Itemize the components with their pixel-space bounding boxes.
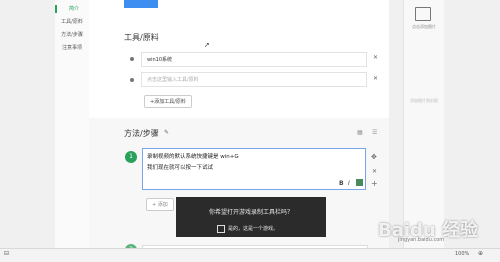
add-cover-image-label[interactable]: 点击添加图片 <box>405 24 443 30</box>
add-tool-button[interactable]: +添加工具/原料 <box>144 95 192 108</box>
edit-pencil-icon[interactable]: ✎ <box>164 129 169 136</box>
remove-tool-1-icon[interactable]: ✕ <box>373 54 378 61</box>
add-step-icon[interactable]: + <box>371 179 378 188</box>
move-icon[interactable]: ✥ <box>371 153 377 161</box>
bullet-icon <box>130 57 134 61</box>
mouse-cursor-icon: ➚ <box>204 41 210 49</box>
top-blue-button[interactable] <box>124 0 158 8</box>
tool-item-input-2[interactable]: 点击这里输入工具/原料 <box>141 72 367 87</box>
grid-view-icon[interactable]: ▦ <box>357 129 363 136</box>
step-1-line-2: 我们现在就可以按一下试试 <box>147 165 214 171</box>
nav-item-notes[interactable]: 注意事项 <box>55 44 89 52</box>
left-navigation: 简介 工具/原料 方法/步骤 注意事项 <box>55 0 90 248</box>
nav-item-steps[interactable]: 方法/步骤 <box>55 31 89 39</box>
status-left-icon[interactable]: ⊟ <box>4 250 9 257</box>
tools-section-title: 工具/原料 <box>124 33 159 42</box>
bold-icon[interactable]: B <box>339 180 344 187</box>
game-checkbox[interactable] <box>217 225 225 233</box>
tool-item-input-1[interactable]: win10系统 <box>141 52 367 67</box>
step-number-badge: 1 <box>125 151 137 163</box>
browser-status-bar <box>0 248 500 262</box>
image-insert-icon[interactable] <box>356 179 363 186</box>
list-view-icon[interactable]: ☰ <box>372 129 377 136</box>
nav-item-intro[interactable]: 简介 <box>55 5 91 13</box>
add-step-button[interactable]: + 添加 <box>146 198 174 211</box>
zoom-level[interactable]: 100% <box>455 251 469 257</box>
bullet-icon <box>130 78 134 82</box>
nav-item-tools[interactable]: 工具/原料 <box>55 18 89 26</box>
watermark-url: jingyan.baidu.com <box>398 237 445 243</box>
game-checkbox-label: 是的，这是一个游戏。 <box>228 226 279 232</box>
remove-tool-2-icon[interactable]: ✕ <box>373 75 378 82</box>
step-1-line-1: 录制视频的默认系统快捷键是 win+G <box>147 154 239 160</box>
side-hint-text: 添加图片到封面 <box>410 98 438 103</box>
game-bar-message: 你希望打开游戏录制工具栏吗？ <box>208 209 293 216</box>
steps-section-title: 方法/步骤 <box>124 129 159 138</box>
right-panel <box>403 0 444 248</box>
zoom-icon[interactable]: ⊕ <box>478 250 483 257</box>
add-image-icon[interactable] <box>415 7 431 21</box>
italic-icon[interactable]: I <box>348 180 350 187</box>
remove-step-icon[interactable]: ✕ <box>372 168 377 175</box>
